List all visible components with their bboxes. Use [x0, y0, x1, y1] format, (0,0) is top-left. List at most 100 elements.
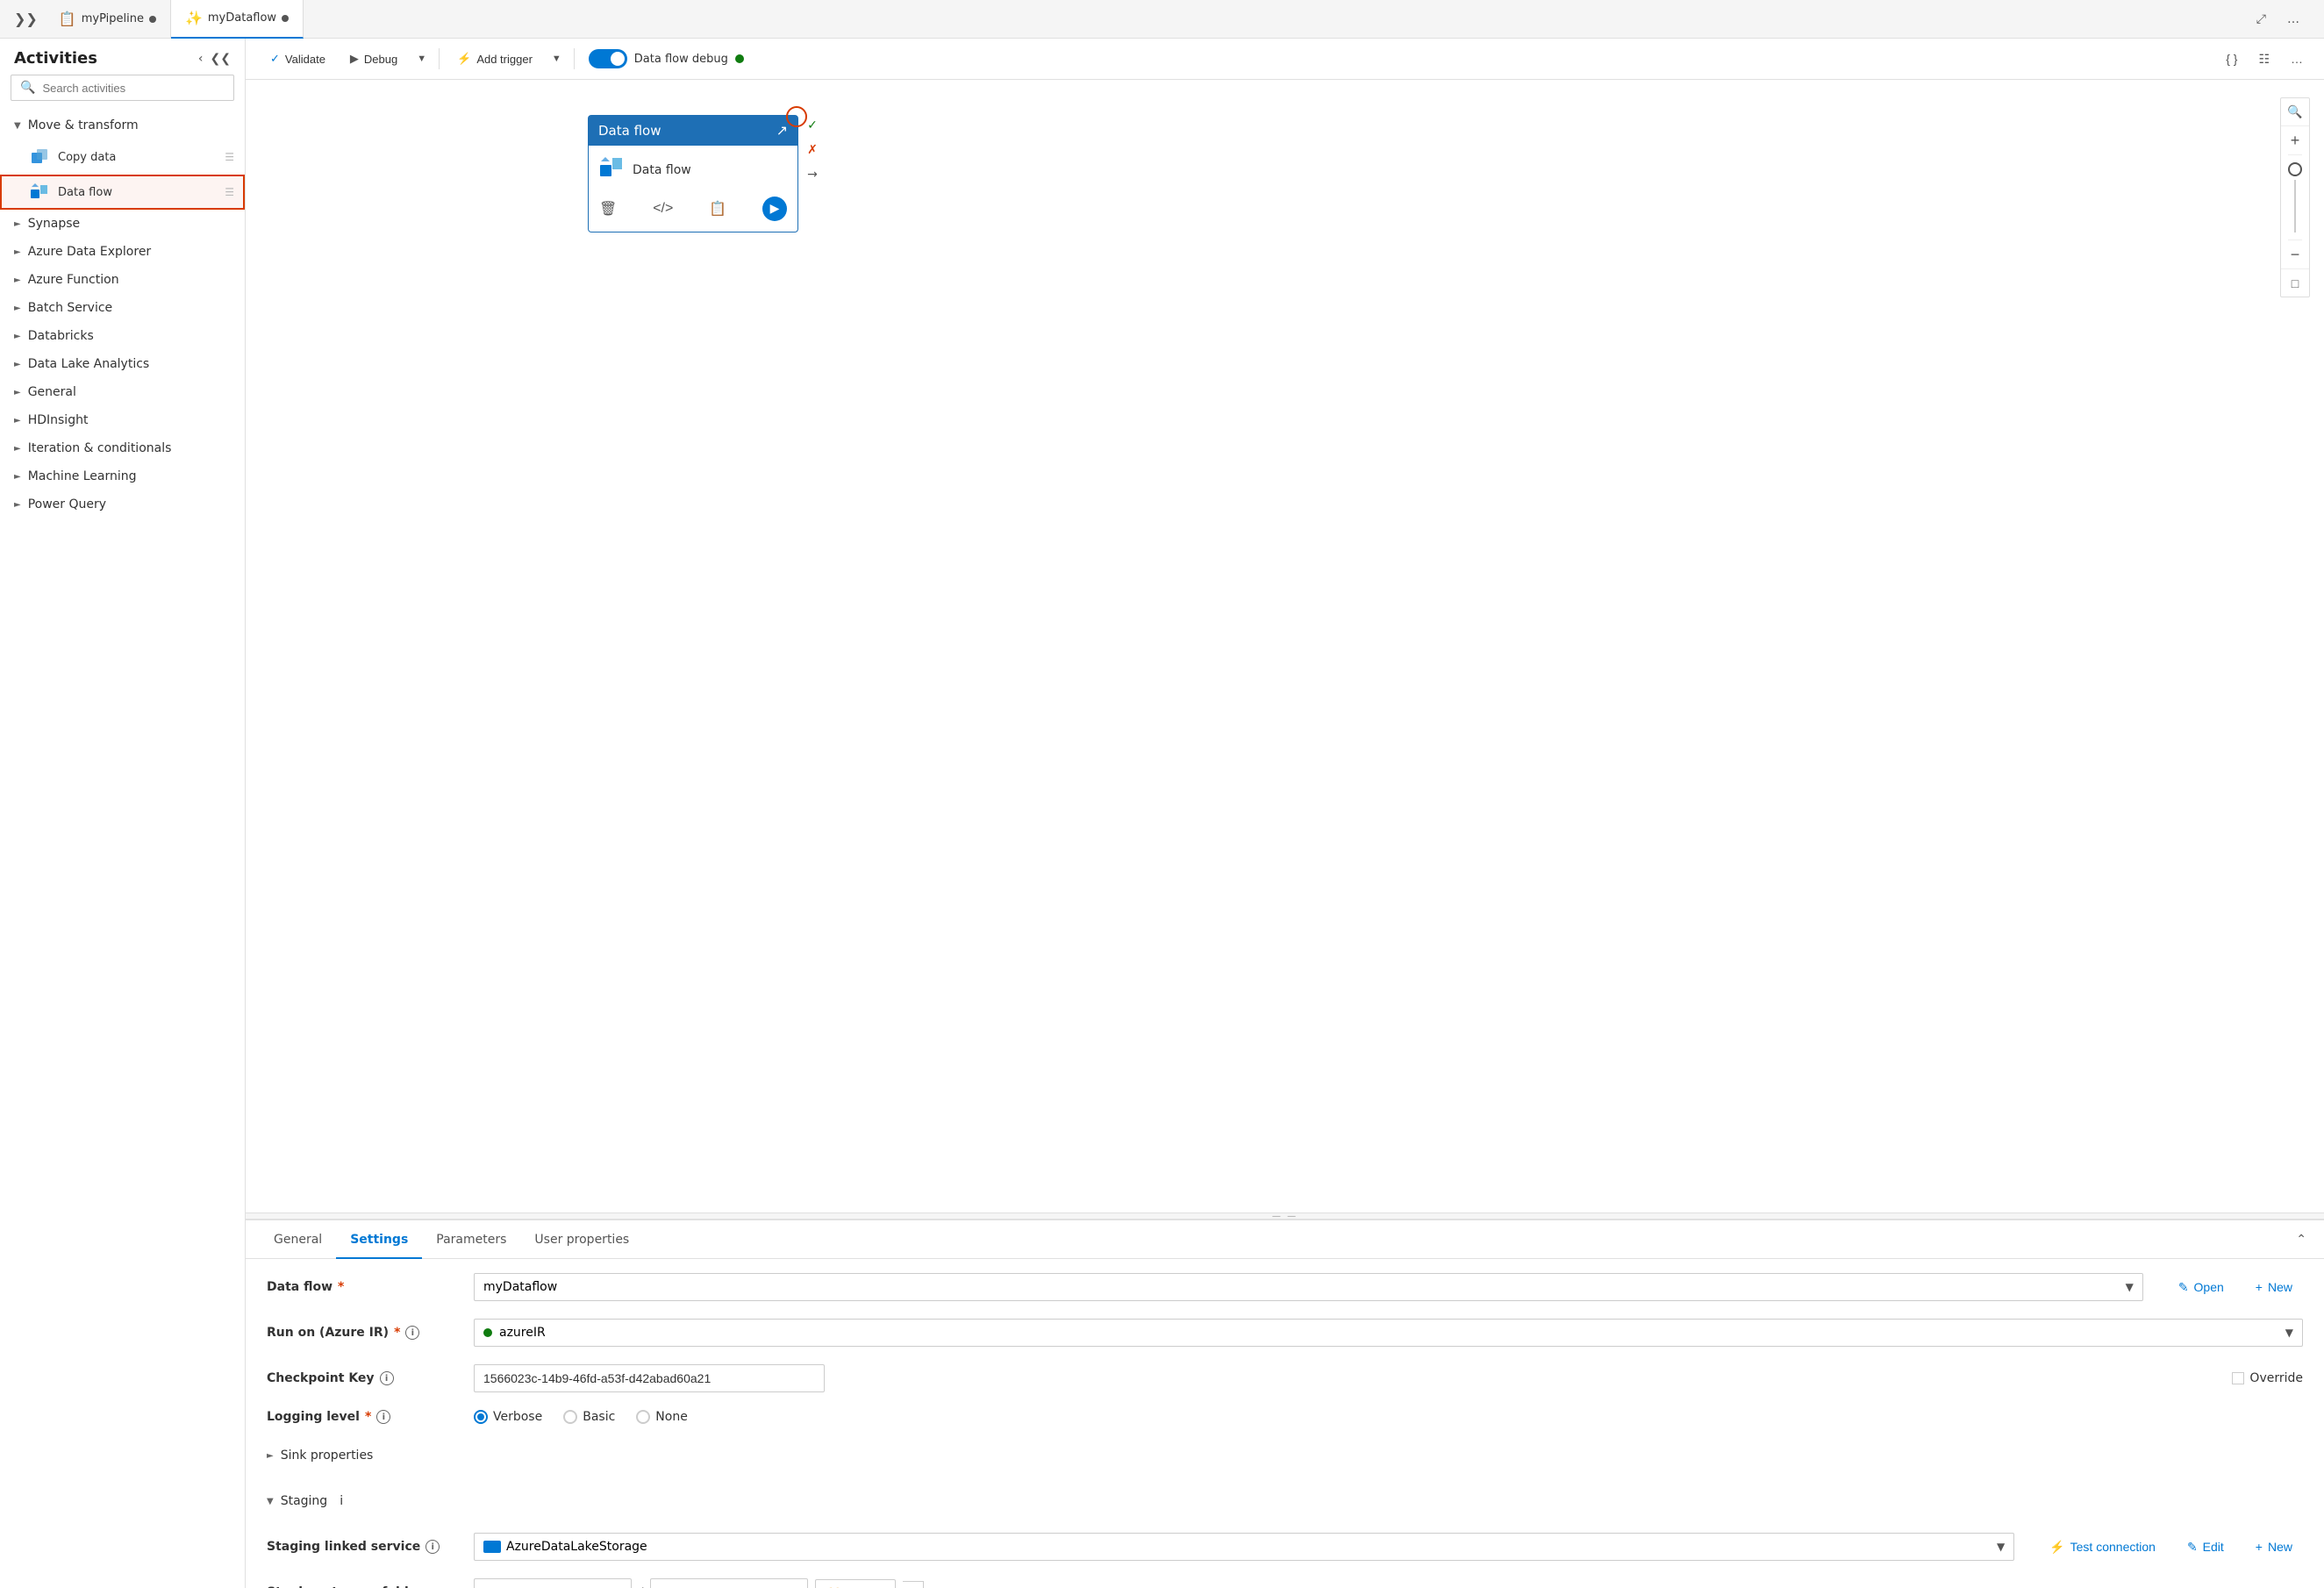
panel-divider[interactable]: — — [246, 1212, 2324, 1220]
override-checkbox-group: Override [2232, 1371, 2303, 1385]
form-row-dataflow: Data flow * myDataflow ▼ ✎ Open [267, 1273, 2303, 1301]
new-dataflow-button[interactable]: + New [2245, 1275, 2303, 1299]
chevron-general: ► [14, 388, 21, 397]
run-on-required-indicator: * [394, 1326, 400, 1340]
fit-to-screen-button[interactable]: □ [2281, 268, 2309, 297]
debug-dropdown[interactable]: ▼ [411, 48, 432, 69]
canvas-search-button[interactable]: 🔍 [2281, 98, 2309, 126]
node-delete-button[interactable]: 🗑 [599, 200, 617, 218]
more-actions-button[interactable]: … [2284, 46, 2310, 72]
run-on-dropdown[interactable]: azureIR ▼ [474, 1319, 2303, 1347]
staging-toggle[interactable]: ▼ Staging i [267, 1487, 343, 1515]
new-linked-button[interactable]: + New [2245, 1534, 2303, 1559]
node-code-button[interactable]: </> [653, 201, 673, 217]
override-checkbox[interactable] [2232, 1372, 2244, 1384]
search-input[interactable] [42, 82, 225, 95]
dataflow-required-indicator: * [338, 1280, 344, 1294]
section-databricks[interactable]: ► Databricks [0, 322, 245, 350]
staging-container-input[interactable] [474, 1578, 632, 1588]
radio-basic[interactable]: Basic [563, 1410, 615, 1424]
sink-properties-toggle[interactable]: ► Sink properties [267, 1441, 373, 1470]
section-machine-learning[interactable]: ► Machine Learning [0, 462, 245, 490]
expand-icon[interactable]: ⤢ [2249, 7, 2273, 32]
dataflow-tab-icon: ✨ [185, 10, 203, 26]
tab-pipeline[interactable]: 📋 myPipeline [45, 0, 171, 39]
section-move-transform[interactable]: ▼ Move & transform [0, 111, 245, 139]
validate-icon: ✓ [270, 52, 280, 66]
tab-dataflow[interactable]: ✨ myDataflow [171, 0, 304, 39]
section-general[interactable]: ► General [0, 378, 245, 406]
edit-linked-button[interactable]: ✎ Edit [2177, 1534, 2235, 1560]
zoom-in-button[interactable]: + [2281, 126, 2309, 154]
activity-copy-data[interactable]: Copy data ☰ [0, 139, 245, 175]
toggle-switch-control[interactable] [589, 49, 627, 68]
sink-props-chevron: ► [267, 1451, 274, 1461]
test-connection-icon: ⚡ [2049, 1540, 2064, 1555]
tab-settings[interactable]: Settings [336, 1222, 422, 1259]
browse-button[interactable]: 📁 Browse [815, 1579, 896, 1588]
dataflow-selected-value: myDataflow [483, 1280, 557, 1294]
form-row-staging-linked: Staging linked service i AzureDataLakeSt… [267, 1533, 2303, 1561]
grid-view-button[interactable]: ☷ [2251, 46, 2277, 72]
staging-info-icon[interactable]: i [340, 1494, 343, 1508]
more-tabs-icon[interactable]: … [2280, 7, 2306, 32]
checkpoint-actions: Override [2232, 1371, 2303, 1385]
run-on-select-control: azureIR ▼ [474, 1319, 2303, 1347]
form-row-logging: Logging level * i Verbose Basi [267, 1410, 2303, 1424]
zoom-out-button[interactable]: − [2281, 240, 2309, 268]
expand-tabs-button[interactable]: ❯❯ [7, 7, 45, 31]
tab-general[interactable]: General [260, 1222, 336, 1259]
validate-button[interactable]: ✓ Validate [260, 46, 336, 71]
activities-list: ▼ Move & transform Copy data ☰ [0, 111, 245, 1588]
canvas-area: ✓ Validate ▶ Debug ▼ ⚡ Add trigger ▼ Dat… [246, 39, 2324, 1588]
section-power-query[interactable]: ► Power Query [0, 490, 245, 519]
section-synapse[interactable]: ► Synapse [0, 210, 245, 238]
close-sidebar-icon[interactable]: ❮❮ [211, 52, 231, 66]
checkpoint-input-control [474, 1364, 2207, 1392]
staging-folder-input[interactable] [650, 1578, 808, 1588]
section-data-lake-analytics[interactable]: ► Data Lake Analytics [0, 350, 245, 378]
zoom-slider-handle[interactable] [2288, 162, 2302, 176]
debug-button[interactable]: ▶ Debug [340, 46, 408, 71]
pipeline-icon: 📋 [59, 11, 76, 27]
dataflow-select-control: myDataflow ▼ [474, 1273, 2143, 1301]
section-azure-function[interactable]: ► Azure Function [0, 266, 245, 294]
edit-icon: ✎ [2187, 1540, 2198, 1555]
dataflow-dropdown[interactable]: myDataflow ▼ [474, 1273, 2143, 1301]
run-on-selected-value: azureIR [499, 1326, 546, 1340]
node-check-button[interactable]: ✓ [802, 115, 823, 136]
staging-linked-info-icon[interactable]: i [425, 1540, 440, 1554]
logging-info-icon[interactable]: i [376, 1410, 390, 1424]
section-iteration-conditionals[interactable]: ► Iteration & conditionals [0, 434, 245, 462]
radio-none[interactable]: None [636, 1410, 688, 1424]
run-on-info-icon[interactable]: i [405, 1326, 419, 1340]
collapse-sidebar-icon[interactable]: ‹ [198, 52, 204, 66]
form-row-staging-header: ▼ Staging i [267, 1487, 2303, 1515]
dataflow-node[interactable]: Data flow ↗ Data flow [588, 115, 798, 232]
section-azure-data-explorer[interactable]: ► Azure Data Explorer [0, 238, 245, 266]
trigger-dropdown[interactable]: ▼ [547, 48, 567, 69]
dataflow-debug-toggle[interactable]: Data flow debug [582, 46, 751, 72]
radio-verbose[interactable]: Verbose [474, 1410, 542, 1424]
staging-linked-dropdown[interactable]: AzureDataLakeStorage ▼ [474, 1533, 2014, 1561]
node-open-icon[interactable]: ↗ [776, 122, 788, 139]
add-trigger-label: Add trigger [476, 53, 533, 66]
tab-parameters[interactable]: Parameters [422, 1222, 520, 1259]
browse-dropdown-button[interactable]: ▼ [903, 1581, 924, 1588]
checkpoint-info-icon[interactable]: i [380, 1371, 394, 1385]
tab-user-properties[interactable]: User properties [520, 1222, 643, 1259]
open-dataflow-button[interactable]: ✎ Open [2168, 1275, 2235, 1300]
section-hdinsight[interactable]: ► HDInsight [0, 406, 245, 434]
node-x-button[interactable]: ✗ [802, 139, 823, 161]
panel-collapse-button[interactable]: ⌃ [2292, 1228, 2310, 1250]
node-arrow-button[interactable]: ▶ [762, 197, 787, 221]
checkpoint-input[interactable] [474, 1364, 825, 1392]
toolbar-divider-2 [574, 48, 575, 69]
test-connection-button[interactable]: ⚡ Test connection [2039, 1534, 2166, 1560]
section-batch-service[interactable]: ► Batch Service [0, 294, 245, 322]
add-trigger-button[interactable]: ⚡ Add trigger [447, 46, 543, 71]
node-right-arrow-button[interactable]: → [802, 164, 823, 185]
node-copy-button[interactable]: 📋 [709, 200, 726, 218]
code-view-button[interactable]: { } [2219, 46, 2244, 72]
activity-data-flow[interactable]: Data flow ☰ [0, 175, 245, 210]
